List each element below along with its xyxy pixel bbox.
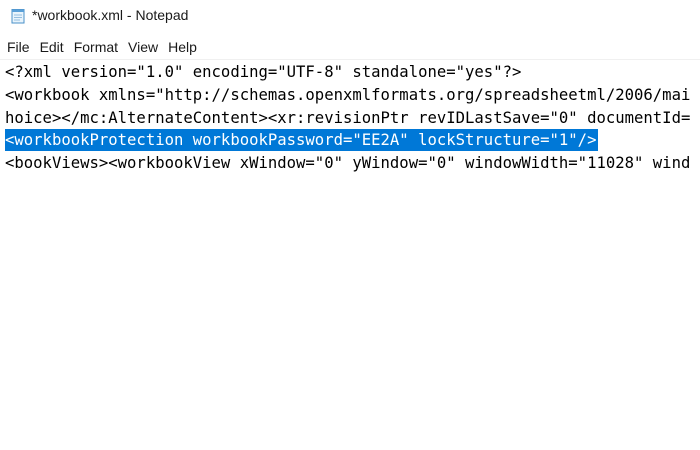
title-bar[interactable]: *workbook.xml - Notepad	[0, 0, 700, 32]
menu-file[interactable]: File	[0, 36, 35, 58]
menu-bar: File Edit Format View Help	[0, 36, 700, 58]
editor-line-selected[interactable]: <workbookProtection workbookPassword="EE…	[5, 129, 599, 151]
menu-help[interactable]: Help	[163, 36, 202, 58]
window-title: *workbook.xml - Notepad	[32, 7, 189, 23]
text-editor-area[interactable]: <?xml version="1.0" encoding="UTF-8" sta…	[0, 60, 700, 450]
editor-line[interactable]: <?xml version="1.0" encoding="UTF-8" sta…	[5, 61, 521, 83]
notepad-icon	[11, 9, 25, 24]
editor-line[interactable]: <workbook xmlns="http://schemas.openxmlf…	[5, 84, 690, 106]
menu-edit[interactable]: Edit	[35, 36, 69, 58]
editor-line[interactable]: hoice></mc:AlternateContent><xr:revision…	[5, 107, 690, 129]
menu-view[interactable]: View	[123, 36, 163, 58]
editor-line[interactable]: <bookViews><workbookView xWindow="0" yWi…	[5, 152, 690, 174]
menu-format[interactable]: Format	[69, 36, 123, 58]
notepad-window: *workbook.xml - Notepad File Edit Format…	[0, 0, 700, 450]
